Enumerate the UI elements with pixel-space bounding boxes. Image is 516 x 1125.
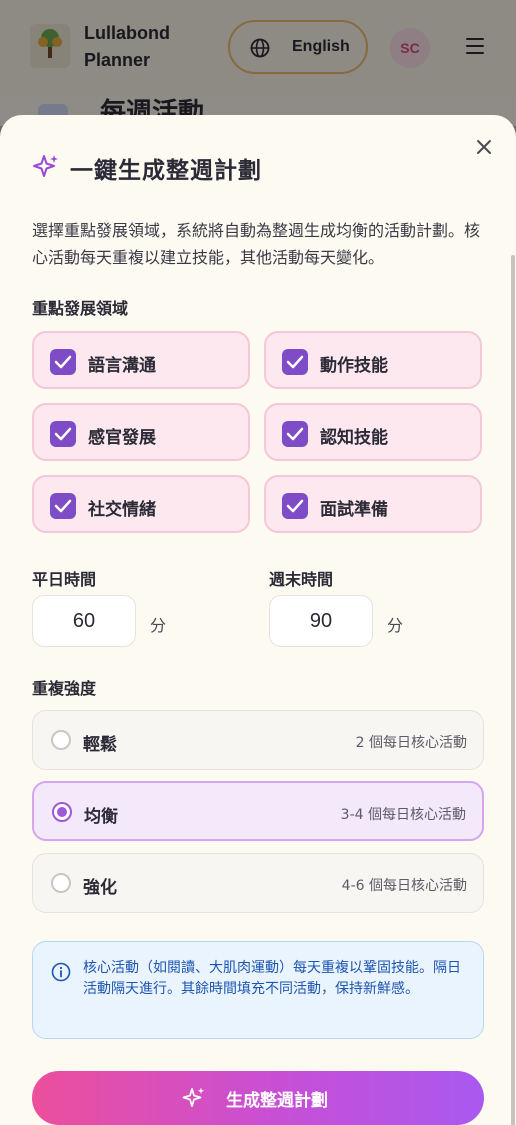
area-label: 認知技能 <box>320 428 388 448</box>
option-label: 強化 <box>83 878 117 898</box>
sparkle-icon <box>33 155 58 177</box>
radio-unselected[interactable] <box>51 730 71 750</box>
area-option-sensory[interactable]: 感官發展 <box>32 403 250 461</box>
info-text: 核心活動（如閱讀、大肌肉運動）每天重複以鞏固技能。隔日活動隔天進行。其餘時間填充… <box>83 960 461 997</box>
option-description: 2 個每日核心活動 <box>355 735 467 751</box>
area-label: 動作技能 <box>320 356 388 376</box>
option-description: 4-6 個每日核心活動 <box>341 878 467 894</box>
area-option-cognitive[interactable]: 認知技能 <box>264 403 482 461</box>
checkbox-checked[interactable] <box>50 493 76 519</box>
area-label: 社交情緒 <box>88 500 156 520</box>
area-label: 感官發展 <box>88 428 156 448</box>
weekend-time-label: 週末時間 <box>269 570 334 589</box>
generate-week-plan-modal: 一鍵生成整週計劃 選擇重點發展領域，系統將自動為整週生成均衡的活動計劃。核心活動… <box>0 115 516 1125</box>
area-option-social[interactable]: 社交情緒 <box>32 475 250 533</box>
generate-button-label: 生成整週計劃 <box>226 1091 328 1111</box>
app-title: Lullabond Planner <box>84 23 170 70</box>
area-option-interview[interactable]: 面試準備 <box>264 475 482 533</box>
generate-week-plan-button[interactable]: 生成整週計劃 <box>32 1071 484 1125</box>
sparkle-icon <box>182 1087 205 1107</box>
checkbox-checked[interactable] <box>50 421 76 447</box>
hamburger-menu-icon[interactable] <box>466 38 484 54</box>
radio-unselected[interactable] <box>51 873 71 893</box>
intensity-option-balanced[interactable]: 均衡 3-4 個每日核心活動 <box>32 781 484 841</box>
option-label: 均衡 <box>84 807 118 827</box>
radio-selected[interactable] <box>52 802 72 822</box>
checkbox-checked[interactable] <box>50 349 76 375</box>
area-option-motor[interactable]: 動作技能 <box>264 331 482 389</box>
option-description: 3-4 個每日核心活動 <box>340 807 466 823</box>
weekday-time-label: 平日時間 <box>32 570 97 589</box>
area-label: 面試準備 <box>320 500 388 520</box>
info-box: 核心活動（如閱讀、大肌肉運動）每天重複以鞏固技能。隔日活動隔天進行。其餘時間填充… <box>32 941 484 1039</box>
avatar[interactable]: SC <box>390 28 430 68</box>
area-label: 語言溝通 <box>88 356 156 376</box>
language-button[interactable]: English <box>228 20 368 74</box>
checkbox-checked[interactable] <box>282 493 308 519</box>
modal-description: 選擇重點發展領域，系統將自動為整週生成均衡的活動計劃。核心活動每天重複以建立技能… <box>32 221 481 267</box>
intensity-option-intensive[interactable]: 強化 4-6 個每日核心活動 <box>32 853 484 913</box>
globe-icon <box>250 38 270 58</box>
area-option-language[interactable]: 語言溝通 <box>32 331 250 389</box>
intensity-option-light[interactable]: 輕鬆 2 個每日核心活動 <box>32 710 484 770</box>
weekday-minutes-input[interactable]: 60 <box>32 595 136 647</box>
areas-label: 重點發展領域 <box>32 299 129 318</box>
modal-title: 一鍵生成整週計劃 <box>70 158 262 184</box>
checkbox-checked[interactable] <box>282 421 308 447</box>
language-label: English <box>292 38 350 55</box>
weekend-unit: 分 <box>387 616 404 635</box>
app-logo <box>30 24 70 68</box>
close-icon[interactable] <box>474 137 494 157</box>
info-icon <box>51 962 71 982</box>
weekend-minutes-input[interactable]: 90 <box>269 595 373 647</box>
app-header: Lullabond Planner English SC <box>0 0 516 96</box>
checkbox-checked[interactable] <box>282 349 308 375</box>
intensity-label: 重複強度 <box>32 679 97 698</box>
option-label: 輕鬆 <box>83 735 117 755</box>
scrollbar[interactable] <box>511 255 515 1125</box>
weekday-unit: 分 <box>150 616 167 635</box>
